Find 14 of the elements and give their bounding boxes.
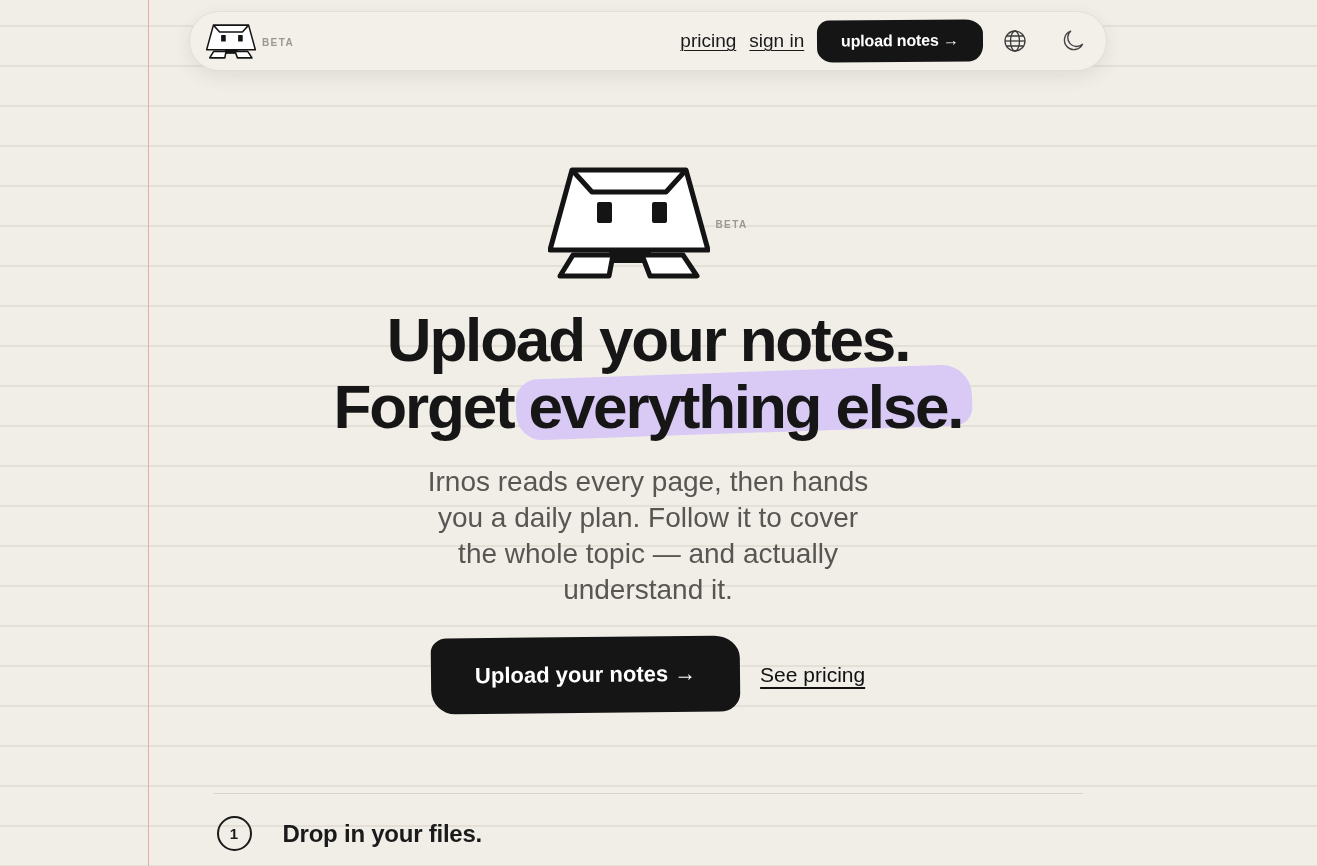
upload-notes-button[interactable]: upload notes →	[817, 19, 984, 63]
step-number: 1	[216, 816, 252, 851]
nav-link[interactable]: pricing	[680, 30, 737, 52]
upload-notes-button[interactable]: Upload your notes →	[430, 635, 741, 715]
mascot-logo[interactable]	[206, 23, 256, 59]
step-title: Drop in your files.	[282, 819, 482, 848]
beta-label: BETA	[715, 218, 748, 230]
hero-subtitle: Irnos reads every page, then hands you a daily plan. Follow it to cover the whole topic — and actually understand it.	[426, 465, 870, 607]
see-pricing-link[interactable]: See pricing	[760, 663, 866, 687]
hero-headline: Upload your notes. Forget everything else.	[315, 298, 981, 448]
globe-icon[interactable]	[1004, 30, 1026, 52]
beta-label: BETA	[262, 36, 295, 48]
moon-icon[interactable]	[1062, 30, 1084, 52]
nav-link[interactable]: sign in	[749, 30, 805, 52]
